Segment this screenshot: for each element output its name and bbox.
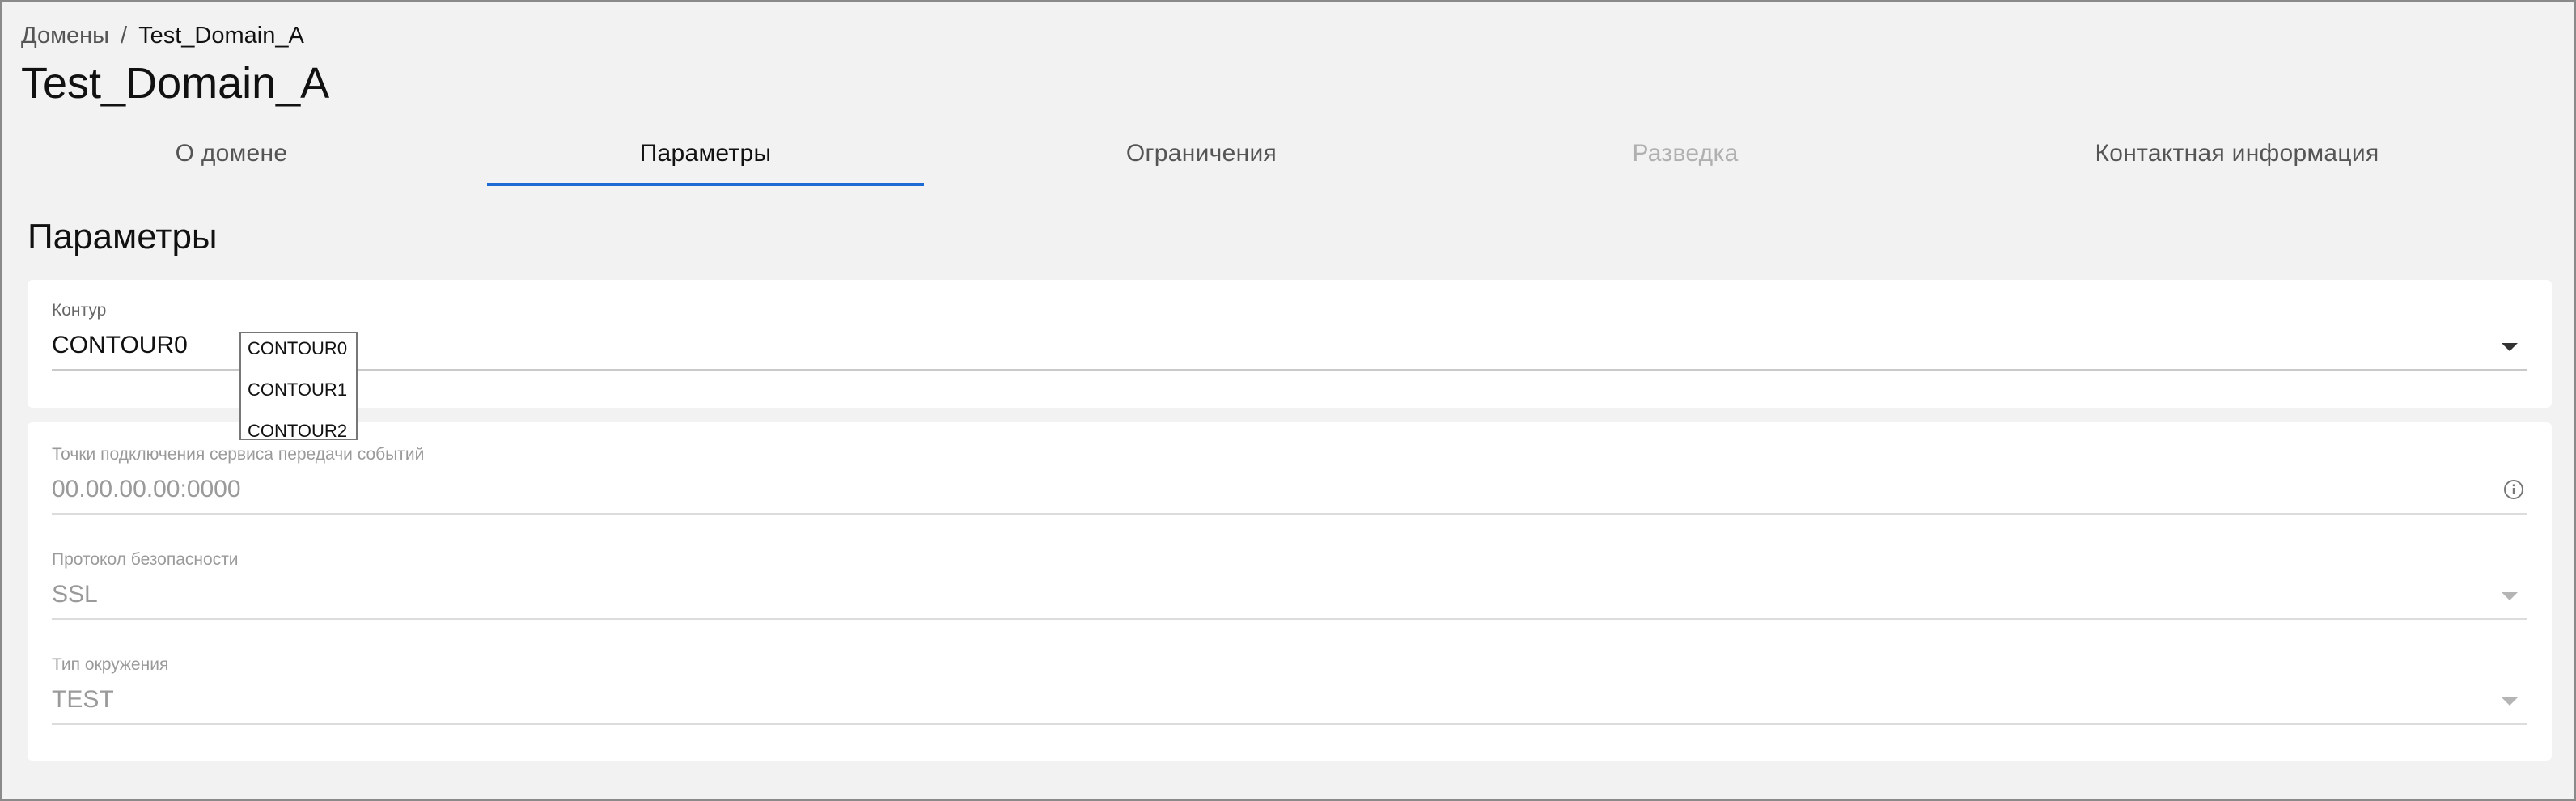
contour-value: CONTOUR0 — [52, 332, 188, 358]
page-title: Test_Domain_A — [21, 59, 330, 108]
endpoints-input: 00.00.00.00:0000 — [52, 476, 241, 502]
environment-underline — [52, 723, 2527, 725]
environment-value: TEST — [52, 686, 114, 713]
info-icon[interactable] — [2503, 479, 2524, 500]
tab-parameters[interactable]: Параметры — [487, 121, 924, 186]
protocol-underline — [52, 618, 2527, 620]
endpoints-underline — [52, 513, 2527, 515]
protocol-label: Протокол безопасности — [52, 550, 239, 569]
section-title: Параметры — [28, 217, 218, 256]
contour-select[interactable]: Контур CONTOUR0 — [52, 301, 2527, 390]
contour-option-2[interactable]: CONTOUR2 — [248, 421, 347, 442]
breadcrumb-current: Test_Domain_A — [138, 23, 304, 49]
tab-contact-info[interactable]: Контактная информация — [1958, 121, 2516, 186]
chevron-down-icon — [2502, 592, 2518, 600]
contour-card: Контур CONTOUR0 — [28, 280, 2552, 408]
connection-card: Точки подключения сервиса передачи событ… — [28, 422, 2552, 761]
contour-option-0[interactable]: CONTOUR0 — [248, 338, 347, 359]
environment-label: Тип окружения — [52, 655, 169, 674]
tab-restrictions[interactable]: Ограничения — [994, 121, 1409, 186]
contour-underline — [52, 369, 2527, 371]
endpoints-label: Точки подключения сервиса передачи событ… — [52, 445, 425, 464]
environment-select: Тип окружения TEST — [52, 655, 2527, 744]
endpoints-field: Точки подключения сервиса передачи событ… — [52, 445, 2527, 534]
contour-label: Контур — [52, 301, 107, 320]
breadcrumb-link-domains[interactable]: Домены — [21, 23, 109, 49]
protocol-value: SSL — [52, 581, 98, 608]
breadcrumb: Домены / Test_Domain_A — [21, 23, 304, 49]
breadcrumb-separator: / — [121, 23, 128, 49]
contour-dropdown: CONTOUR0 CONTOUR1 CONTOUR2 — [239, 332, 358, 442]
chevron-down-icon[interactable] — [2502, 343, 2518, 351]
tab-reconnaissance: Разведка — [1632, 140, 1739, 167]
protocol-select: Протокол безопасности SSL — [52, 550, 2527, 639]
tab-bar: О домене Параметры Ограничения Разведка … — [0, 121, 2576, 188]
chevron-down-icon — [2502, 697, 2518, 706]
tab-about-domain[interactable]: О домене — [24, 121, 439, 186]
contour-option-1[interactable]: CONTOUR1 — [248, 379, 347, 400]
